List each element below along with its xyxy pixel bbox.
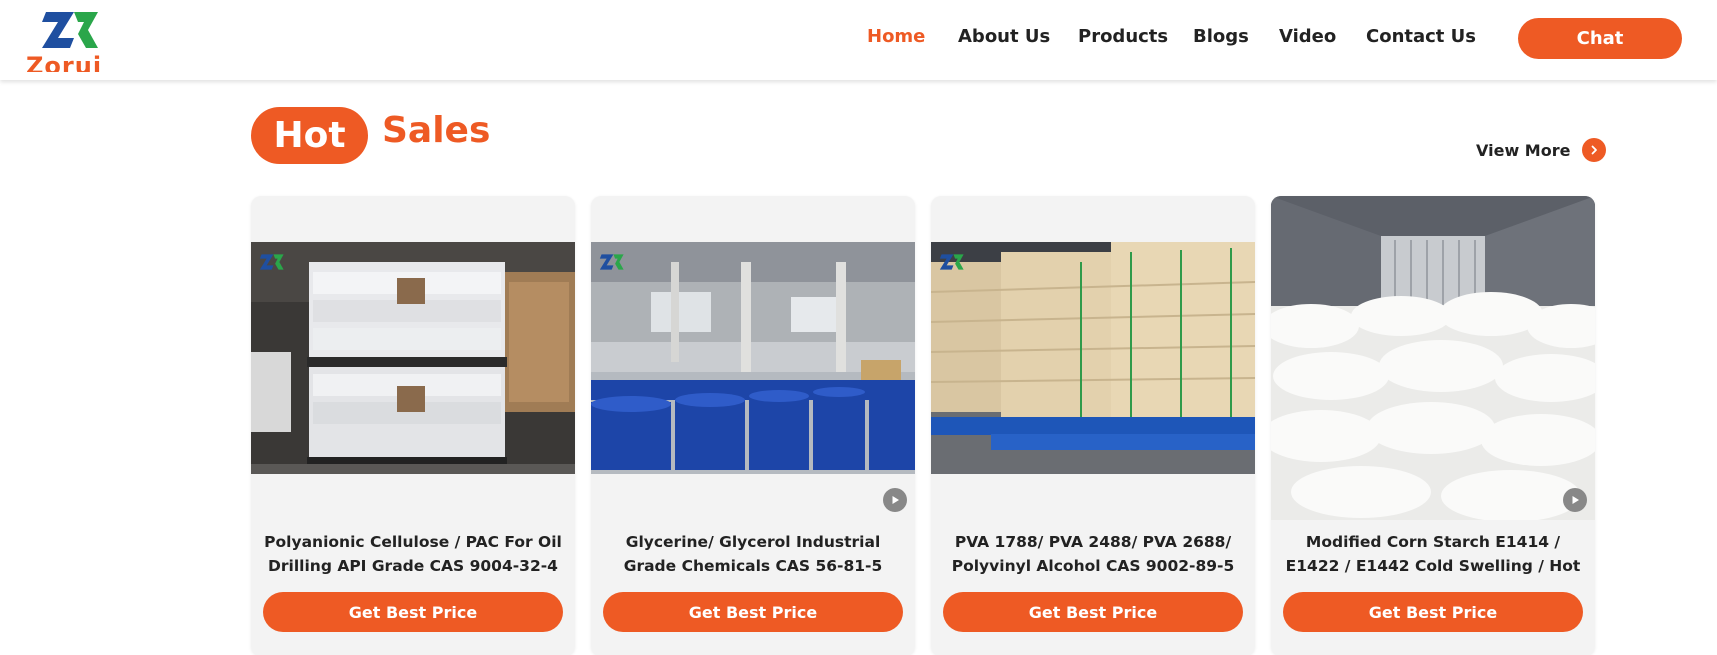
product-card[interactable]: Modified Corn Starch E1414 / E1422 / E14… bbox=[1271, 196, 1595, 655]
brand-logo[interactable]: Zorui bbox=[24, 6, 124, 72]
logo-text: Zorui bbox=[26, 52, 103, 72]
product-image[interactable] bbox=[251, 242, 575, 474]
nav-about-us[interactable]: About Us bbox=[958, 26, 1050, 47]
product-card[interactable]: Polyanionic Cellulose / PAC For Oil Dril… bbox=[251, 196, 575, 655]
section-title-highlight: Hot bbox=[251, 107, 368, 164]
product-image[interactable] bbox=[931, 242, 1255, 474]
view-more-label: View More bbox=[1476, 140, 1571, 160]
nav-home[interactable]: Home bbox=[867, 26, 925, 47]
product-card[interactable]: PVA 1788/ PVA 2488/ PVA 2688/ Polyvinyl … bbox=[931, 196, 1255, 655]
product-title[interactable]: Modified Corn Starch E1414 / E1422 / E14… bbox=[1281, 530, 1585, 578]
product-image[interactable] bbox=[591, 242, 915, 474]
nav-blogs[interactable]: Blogs bbox=[1193, 26, 1249, 47]
get-best-price-button[interactable]: Get Best Price bbox=[1283, 592, 1583, 632]
view-more-link[interactable]: View More bbox=[1476, 138, 1607, 162]
watermark-logo-icon bbox=[599, 254, 624, 270]
watermark-logo-icon bbox=[939, 254, 964, 270]
product-card[interactable]: Glycerine/ Glycerol Industrial Grade Che… bbox=[591, 196, 915, 655]
nav-contact-us[interactable]: Contact Us bbox=[1366, 26, 1476, 47]
watermark-logo-icon bbox=[259, 254, 284, 270]
chat-button[interactable]: Chat bbox=[1518, 18, 1682, 59]
logo-mark-icon bbox=[42, 12, 98, 48]
product-image[interactable] bbox=[1271, 196, 1595, 520]
get-best-price-button[interactable]: Get Best Price bbox=[263, 592, 563, 632]
get-best-price-button[interactable]: Get Best Price bbox=[603, 592, 903, 632]
play-video-icon[interactable] bbox=[1563, 488, 1587, 512]
get-best-price-button[interactable]: Get Best Price bbox=[943, 592, 1243, 632]
chevron-right-icon bbox=[1582, 138, 1607, 162]
section-title-rest: Sales bbox=[382, 110, 491, 151]
nav-video[interactable]: Video bbox=[1279, 26, 1336, 47]
product-title[interactable]: Glycerine/ Glycerol Industrial Grade Che… bbox=[601, 530, 905, 578]
nav-products[interactable]: Products bbox=[1078, 26, 1168, 47]
product-title[interactable]: Polyanionic Cellulose / PAC For Oil Dril… bbox=[261, 530, 565, 578]
site-header: Zorui Home About Us Products Blogs Video… bbox=[0, 0, 1717, 80]
product-title[interactable]: PVA 1788/ PVA 2488/ PVA 2688/ Polyvinyl … bbox=[941, 530, 1245, 578]
play-video-icon[interactable] bbox=[883, 488, 907, 512]
